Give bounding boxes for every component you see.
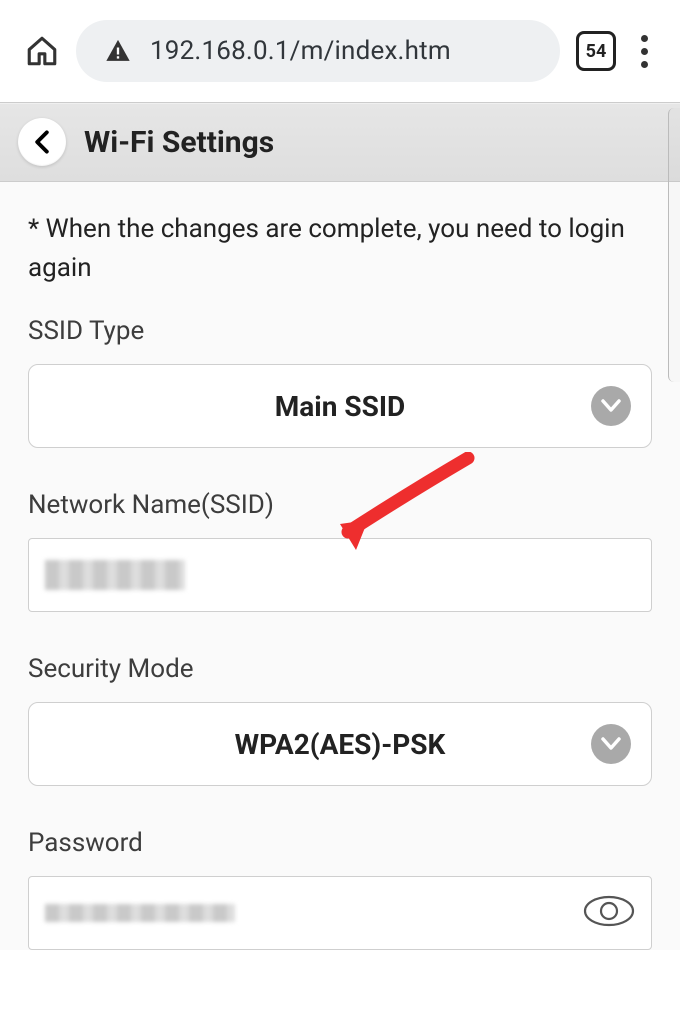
eye-icon[interactable] bbox=[583, 894, 635, 932]
menu-dots-icon[interactable] bbox=[632, 35, 656, 68]
ssid-type-value: Main SSID bbox=[275, 390, 405, 423]
network-name-label: Network Name(SSID) bbox=[28, 490, 652, 520]
security-mode-value: WPA2(AES)-PSK bbox=[235, 728, 446, 761]
redacted-value bbox=[45, 560, 185, 590]
chevron-down-icon bbox=[591, 724, 631, 764]
password-label: Password bbox=[28, 828, 652, 858]
warning-icon bbox=[104, 37, 132, 65]
browser-bar: 192.168.0.1/m/index.htm 54 bbox=[0, 0, 680, 102]
tabs-count-badge[interactable]: 54 bbox=[576, 31, 616, 71]
security-mode-label: Security Mode bbox=[28, 654, 652, 684]
url-text: 192.168.0.1/m/index.htm bbox=[150, 36, 451, 66]
home-icon[interactable] bbox=[24, 33, 60, 69]
ssid-type-select[interactable]: Main SSID bbox=[28, 364, 652, 448]
chevron-left-icon bbox=[33, 130, 51, 154]
network-name-input[interactable] bbox=[28, 538, 652, 612]
page-header: Wi-Fi Settings bbox=[0, 102, 680, 182]
tabs-count: 54 bbox=[586, 41, 607, 62]
page-title: Wi-Fi Settings bbox=[84, 125, 274, 160]
back-button[interactable] bbox=[18, 118, 66, 166]
security-mode-select[interactable]: WPA2(AES)-PSK bbox=[28, 702, 652, 786]
url-bar[interactable]: 192.168.0.1/m/index.htm bbox=[76, 20, 560, 82]
redacted-value bbox=[45, 904, 235, 922]
password-input[interactable] bbox=[28, 876, 652, 950]
content-area: * When the changes are complete, you nee… bbox=[0, 182, 680, 950]
scrollbar-hint[interactable] bbox=[668, 108, 680, 382]
ssid-type-label: SSID Type bbox=[28, 316, 652, 346]
login-notice: * When the changes are complete, you nee… bbox=[28, 210, 652, 288]
chevron-down-icon bbox=[591, 386, 631, 426]
